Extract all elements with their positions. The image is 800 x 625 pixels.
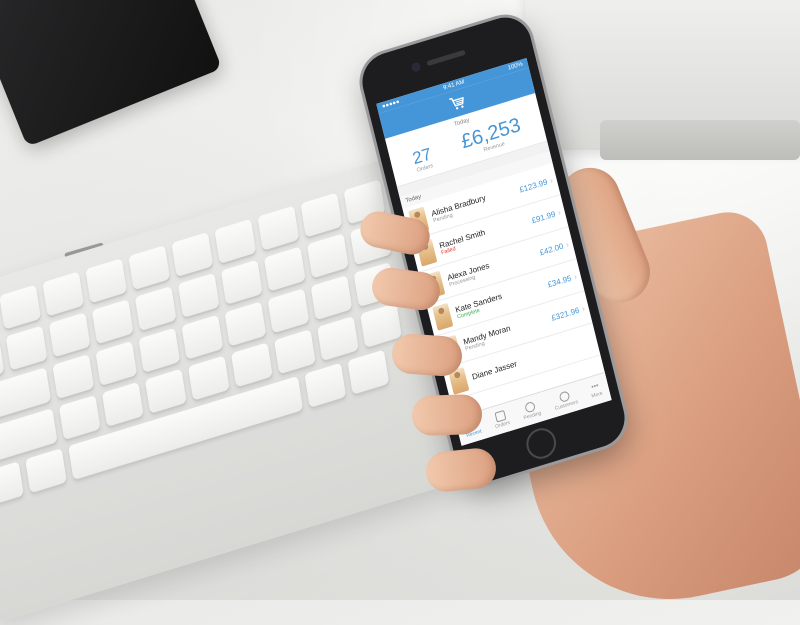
key bbox=[177, 272, 220, 318]
key bbox=[263, 246, 306, 292]
key bbox=[306, 233, 349, 279]
key bbox=[0, 461, 24, 507]
key bbox=[128, 245, 171, 291]
order-amount: £91.99 bbox=[530, 208, 557, 225]
key bbox=[48, 312, 91, 358]
key bbox=[300, 192, 343, 238]
key bbox=[224, 301, 267, 347]
chevron-right-icon: › bbox=[556, 207, 562, 217]
chevron-right-icon: › bbox=[580, 303, 586, 314]
finger bbox=[390, 332, 464, 378]
key bbox=[25, 448, 67, 494]
order-amount: £34.95 bbox=[546, 273, 573, 290]
key bbox=[144, 368, 187, 414]
tab-label: Pending bbox=[522, 409, 542, 421]
key bbox=[58, 394, 101, 441]
key bbox=[138, 327, 181, 373]
key bbox=[181, 314, 224, 360]
key bbox=[52, 354, 95, 400]
key bbox=[230, 342, 273, 388]
key bbox=[85, 258, 128, 304]
key bbox=[347, 349, 390, 395]
key bbox=[95, 340, 138, 386]
chevron-right-icon: › bbox=[548, 175, 554, 185]
key bbox=[101, 381, 144, 427]
tab-pending[interactable]: Pending bbox=[520, 399, 542, 421]
key bbox=[310, 275, 353, 321]
key bbox=[134, 286, 177, 332]
order-amount: £42.00 bbox=[538, 241, 565, 257]
finger bbox=[411, 393, 483, 437]
orders-stat[interactable]: 27 Orders bbox=[411, 144, 435, 174]
order-amount: £321.96 bbox=[550, 305, 581, 323]
order-amount: £123.99 bbox=[518, 176, 549, 195]
key bbox=[257, 205, 300, 251]
tab-orders[interactable]: Orders bbox=[492, 409, 511, 430]
key bbox=[0, 284, 41, 330]
key bbox=[220, 259, 263, 305]
monitor-stand bbox=[600, 120, 800, 160]
key bbox=[274, 329, 316, 375]
key bbox=[214, 218, 257, 264]
key bbox=[171, 231, 214, 277]
cart-icon[interactable] bbox=[448, 94, 467, 112]
key bbox=[0, 338, 5, 384]
tab-more[interactable]: ••• More bbox=[589, 381, 604, 399]
tab-customers[interactable]: Customers bbox=[552, 388, 579, 411]
key bbox=[42, 271, 85, 317]
key bbox=[187, 355, 230, 401]
chevron-right-icon: › bbox=[564, 239, 570, 249]
key bbox=[91, 299, 134, 345]
key bbox=[317, 316, 359, 362]
key bbox=[5, 325, 48, 371]
chevron-right-icon: › bbox=[572, 271, 578, 281]
key bbox=[304, 362, 347, 408]
product-thumbnail bbox=[432, 302, 454, 331]
key bbox=[267, 288, 310, 334]
